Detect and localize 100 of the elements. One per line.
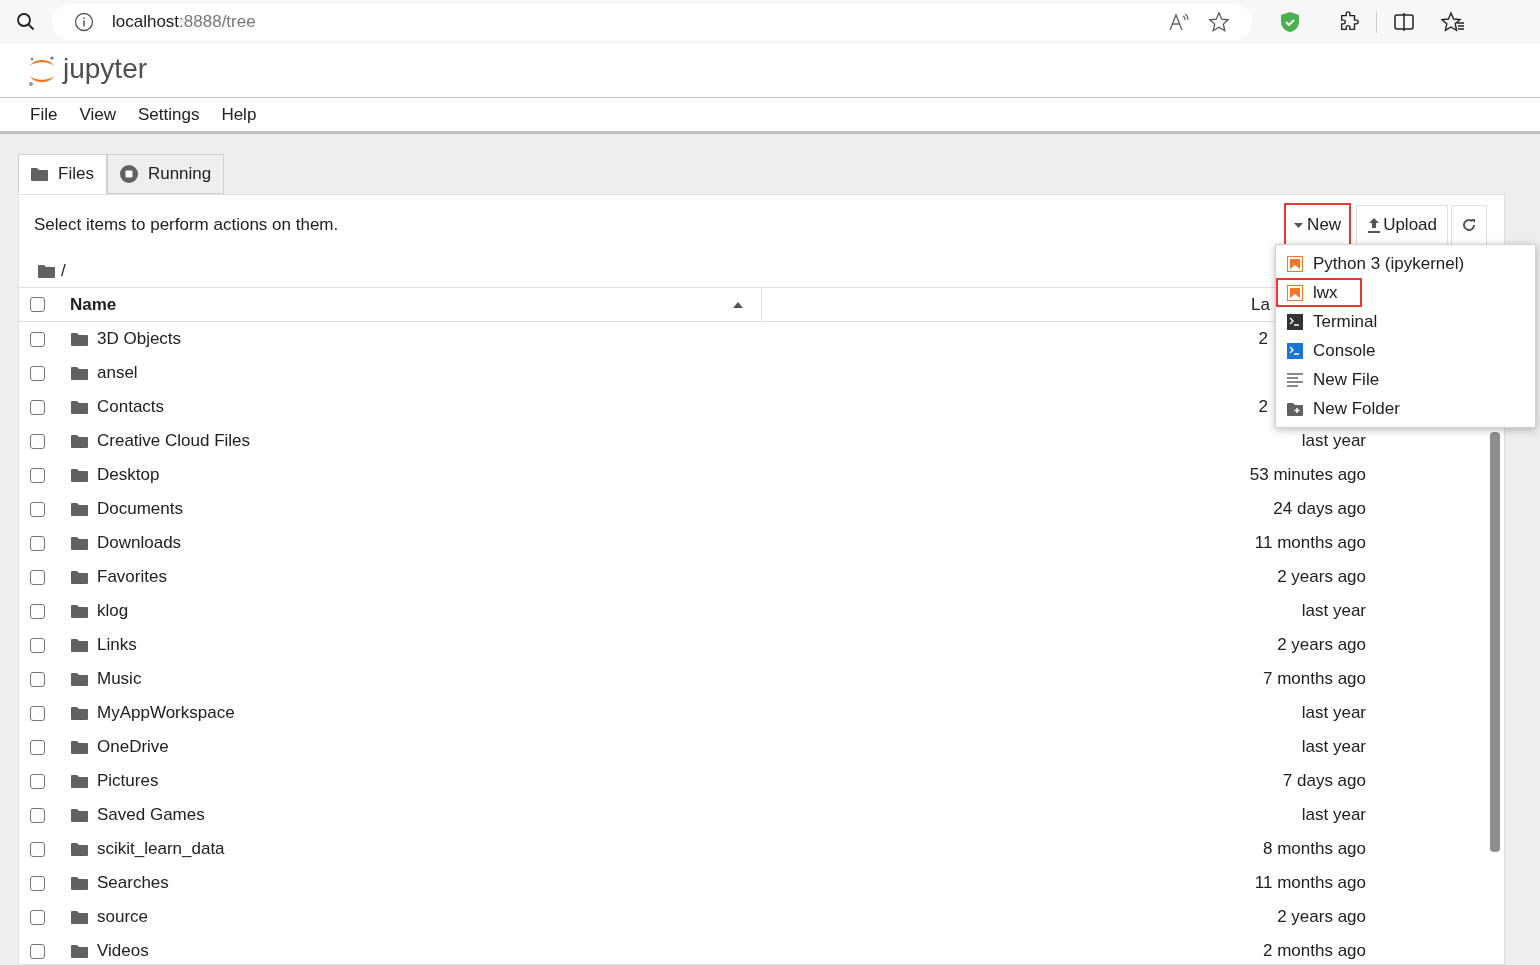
modified-time: 2 months ago <box>1263 940 1366 963</box>
folder-icon <box>71 876 88 890</box>
checkbox[interactable] <box>30 535 45 551</box>
checkbox[interactable] <box>30 841 45 857</box>
terminal-icon <box>1287 313 1303 330</box>
favorites-icon[interactable] <box>1441 11 1465 33</box>
file-name[interactable]: scikit_learn_data <box>97 836 1097 862</box>
file-name[interactable]: Pictures <box>97 768 1097 794</box>
modified-time: last year <box>1301 736 1366 759</box>
folder-icon <box>71 468 88 482</box>
folder-icon <box>71 638 88 652</box>
menu-item[interactable]: Help <box>210 101 268 128</box>
folder-icon <box>38 264 55 278</box>
file-name[interactable]: Videos <box>97 938 1097 964</box>
file-name[interactable]: Desktop <box>97 462 1097 488</box>
tab[interactable]: Files <box>18 154 107 194</box>
scrollbar[interactable] <box>1490 432 1500 852</box>
menu-item[interactable]: File <box>19 101 69 128</box>
file-name[interactable]: MyAppWorkspace <box>97 700 1097 726</box>
dropdown-item[interactable]: Python 3 (ipykernel) <box>1276 249 1535 278</box>
folder-icon <box>71 366 88 380</box>
checkbox[interactable] <box>30 297 45 312</box>
file-name[interactable]: 3D Objects <box>97 326 1097 352</box>
modified-time: 7 days ago <box>1282 770 1366 793</box>
file-name[interactable]: source <box>97 904 1097 930</box>
folder-icon <box>71 808 88 822</box>
file-name[interactable]: Links <box>97 632 1097 658</box>
upload-icon <box>1367 217 1382 233</box>
folder-icon <box>71 604 88 618</box>
dropdown-item[interactable]: lwx <box>1276 278 1362 307</box>
file-name[interactable]: Documents <box>97 496 1097 522</box>
column-header[interactable]: La <box>1251 291 1270 318</box>
checkbox[interactable] <box>30 909 45 925</box>
checkbox[interactable] <box>30 433 45 449</box>
dropdown-item[interactable]: Terminal <box>1276 307 1535 336</box>
checkbox[interactable] <box>30 467 45 483</box>
folder-icon <box>71 910 88 924</box>
file-name[interactable]: Downloads <box>97 530 1097 556</box>
console-icon <box>1287 342 1303 359</box>
folder-icon <box>71 400 88 414</box>
modified-time: 24 days ago <box>1273 498 1366 521</box>
checkbox[interactable] <box>30 603 45 619</box>
folder-icon <box>31 167 48 181</box>
jupyter-logo-text: jupyter <box>63 54 148 86</box>
folder-icon <box>71 434 88 448</box>
checkbox[interactable] <box>30 739 45 755</box>
modified-time: 53 minutes ago <box>1249 464 1366 487</box>
column-header[interactable]: Name <box>70 291 733 318</box>
modified-time: 11 months ago <box>1254 532 1366 555</box>
split-screen-icon[interactable] <box>1393 11 1415 33</box>
menu-item[interactable]: View <box>68 101 127 128</box>
checkbox[interactable] <box>30 399 45 415</box>
checkbox[interactable] <box>30 365 45 381</box>
checkbox[interactable] <box>30 943 45 959</box>
read-aloud-icon[interactable] <box>1168 12 1190 32</box>
notebook-icon <box>1287 284 1303 301</box>
file-name[interactable]: Favorites <box>97 564 1097 590</box>
checkbox[interactable] <box>30 331 45 347</box>
url-text: localhost:8888/tree <box>112 11 257 34</box>
menu-item[interactable]: Settings <box>126 101 211 128</box>
modified-time: 7 months ago <box>1263 668 1366 691</box>
checkbox[interactable] <box>30 569 45 585</box>
checkbox[interactable] <box>30 705 45 721</box>
modified-time: last year <box>1301 430 1366 453</box>
file-name[interactable]: Searches <box>97 870 1097 896</box>
file-name[interactable]: Saved Games <box>97 802 1097 828</box>
text-file-icon <box>1287 372 1303 387</box>
caret-icon <box>1294 222 1304 228</box>
folder-icon <box>71 740 88 754</box>
checkbox[interactable] <box>30 773 45 789</box>
hint-text: Select items to perform actions on them. <box>34 214 340 237</box>
file-name[interactable]: Creative Cloud Files <box>97 428 1097 454</box>
shield-icon[interactable] <box>1280 11 1300 33</box>
checkbox[interactable] <box>30 637 45 653</box>
star-icon[interactable] <box>1208 11 1230 33</box>
checkbox[interactable] <box>30 807 45 823</box>
info-icon[interactable] <box>74 12 94 32</box>
file-name[interactable]: klog <box>97 598 1097 624</box>
folder-icon <box>71 332 88 346</box>
file-name[interactable]: Music <box>97 666 1097 692</box>
dropdown-item[interactable]: New Folder <box>1276 394 1535 423</box>
dropdown-item[interactable]: New File <box>1276 365 1535 394</box>
file-name[interactable]: ansel <box>97 360 1097 386</box>
file-name[interactable]: Contacts <box>97 394 1097 420</box>
folder-icon <box>71 842 88 856</box>
checkbox[interactable] <box>30 501 45 517</box>
modified-time: 11 months ago <box>1254 872 1366 895</box>
notebook-icon <box>1287 255 1303 272</box>
checkbox[interactable] <box>30 875 45 891</box>
tab[interactable]: Running <box>106 154 225 194</box>
address-bar[interactable]: localhost:8888/tree <box>52 4 1252 40</box>
dropdown-item[interactable]: Console <box>1276 336 1535 365</box>
folder-icon <box>71 774 88 788</box>
sort-ascending-icon[interactable] <box>733 301 743 308</box>
file-name[interactable]: OneDrive <box>97 734 1097 760</box>
search-icon[interactable] <box>16 12 36 32</box>
checkbox[interactable] <box>30 671 45 687</box>
breadcrumb-text[interactable]: / <box>61 258 66 284</box>
new-folder-icon <box>1287 401 1303 416</box>
puzzle-icon[interactable] <box>1338 11 1360 33</box>
